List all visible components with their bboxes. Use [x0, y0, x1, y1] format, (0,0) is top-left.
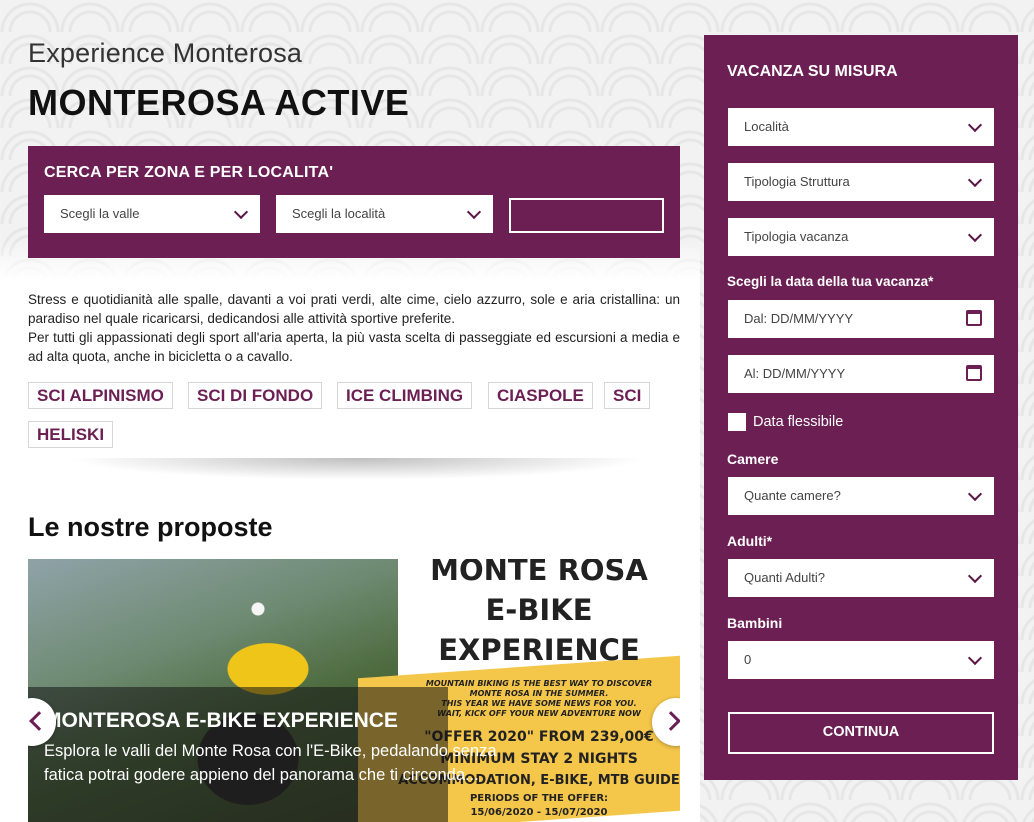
localita-select[interactable]: Località: [728, 108, 994, 146]
adults-select[interactable]: Quanti Adulti?: [728, 559, 994, 597]
date-to-placeholder: Al: DD/MM/YYYY: [744, 366, 846, 381]
zone-search-box: CERCA PER ZONA E PER LOCALITA' Scegli la…: [28, 146, 680, 258]
date-to-field[interactable]: Al: DD/MM/YYYY: [728, 355, 994, 393]
chevron-left-icon: [29, 711, 49, 731]
chevron-down-icon: [233, 204, 249, 220]
intro-paragraph: Stress e quotidianità alle spalle, davan…: [28, 292, 680, 326]
rooms-label: Camere: [727, 451, 779, 467]
chevron-down-icon: [967, 117, 983, 133]
page-title: MONTEROSA ACTIVE: [28, 82, 410, 123]
valley-select-value: Scegli la valle: [60, 206, 140, 221]
intro-paragraph: Per tutti gli appassionati degli sport a…: [28, 330, 680, 364]
tag-ciaspole[interactable]: CIASPOLE: [488, 382, 593, 409]
date-from-field[interactable]: Dal: DD/MM/YYYY: [728, 300, 994, 338]
proposals-slider[interactable]: MONTE ROSA E-BIKE EXPERIENCE MOUNTAIN BI…: [28, 559, 680, 822]
search-heading: CERCA PER ZONA E PER LOCALITA': [44, 164, 334, 181]
rooms-select[interactable]: Quante camere?: [728, 477, 994, 515]
divider-shadow: [68, 458, 648, 480]
search-button[interactable]: [509, 198, 664, 233]
adults-label: Adulti*: [727, 533, 773, 549]
holiday-type-value: Tipologia vacanza: [744, 229, 849, 244]
page-subtitle: Experience Monterosa: [28, 38, 303, 68]
intro-text: Stress e quotidianità alle spalle, davan…: [28, 290, 680, 366]
slide-title[interactable]: MONTEROSA E-BIKE EXPERIENCE: [44, 709, 398, 733]
chevron-down-icon: [967, 486, 983, 502]
continue-button[interactable]: CONTINUA: [728, 712, 994, 754]
children-select[interactable]: 0: [728, 641, 994, 679]
tag-sci-di-fondo[interactable]: SCI DI FONDO: [188, 382, 323, 409]
valley-select[interactable]: Scegli la valle: [44, 195, 260, 233]
rooms-select-value: Quante camere?: [744, 488, 841, 503]
children-label: Bambini: [727, 615, 783, 631]
tag-sci-alpinismo[interactable]: SCI ALPINISMO: [28, 382, 173, 409]
poster-headline: E-BIKE: [485, 593, 593, 627]
chevron-right-icon: [661, 711, 680, 731]
date-label: Scegli la data della tua vacanza*: [727, 274, 934, 289]
calendar-icon[interactable]: [966, 310, 982, 326]
poster-headline: EXPERIENCE: [438, 633, 640, 667]
tag-heliski[interactable]: HELISKI: [28, 421, 114, 448]
holiday-type-select[interactable]: Tipologia vacanza: [728, 218, 994, 256]
chevron-down-icon: [967, 227, 983, 243]
flexible-date-checkbox[interactable]: [728, 413, 746, 431]
date-from-placeholder: Dal: DD/MM/YYYY: [744, 311, 854, 326]
poster-headline: MONTE ROSA: [430, 559, 648, 587]
structure-type-select[interactable]: Tipologia Struttura: [728, 163, 994, 201]
location-select-value: Scegli la località: [292, 206, 386, 221]
structure-type-value: Tipologia Struttura: [744, 174, 850, 189]
panel-title: VACANZA SU MISURA: [727, 63, 898, 80]
tag-sci[interactable]: SCI: [604, 382, 651, 409]
adults-select-value: Quanti Adulti?: [744, 570, 825, 585]
chevron-down-icon: [967, 568, 983, 584]
proposals-title: Le nostre proposte: [28, 512, 273, 542]
localita-select-value: Località: [744, 119, 789, 134]
calendar-icon[interactable]: [966, 365, 982, 381]
children-select-value: 0: [744, 652, 752, 667]
chevron-down-icon: [967, 650, 983, 666]
custom-holiday-panel: VACANZA SU MISURA Località Tipologia Str…: [704, 35, 1018, 780]
location-select[interactable]: Scegli la località: [276, 195, 493, 233]
tag-ice-climbing[interactable]: ICE CLIMBING: [337, 382, 473, 409]
slide-description: Esplora le valli del Monte Rosa con l'E-…: [44, 742, 497, 784]
chevron-down-icon: [967, 172, 983, 188]
flexible-date-label[interactable]: Data flessibile: [753, 414, 843, 430]
chevron-down-icon: [466, 204, 482, 220]
